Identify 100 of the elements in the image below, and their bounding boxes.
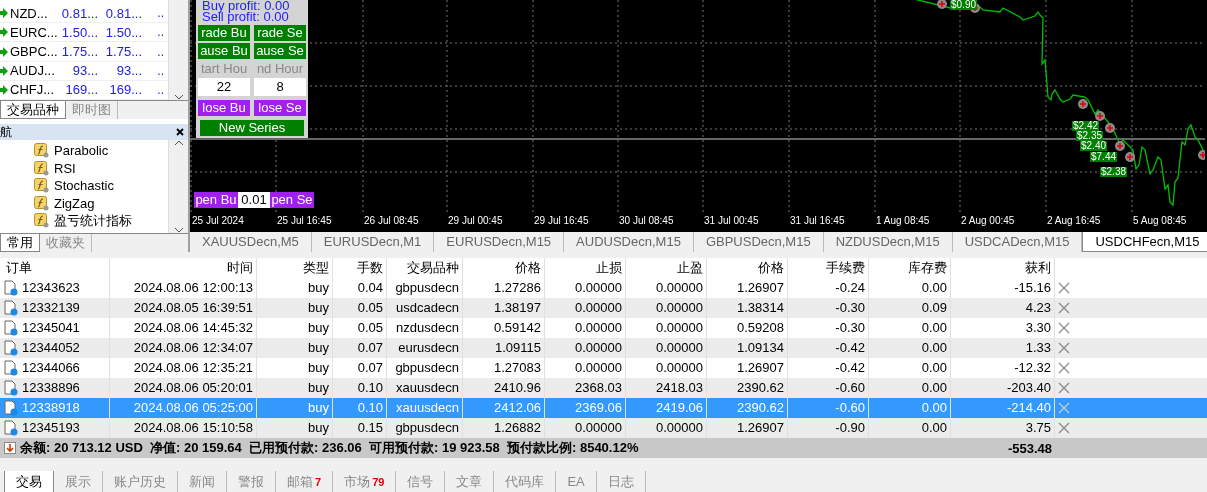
table-cell: 0.07 xyxy=(333,338,387,358)
trade-marker-icon[interactable] xyxy=(1198,150,1205,160)
order-row[interactable]: 12338896 2024.08.06 05:20:01 buy 0.10 xauusdecn 2410.96 2368.03 2418.03 2390.62 -0.60 0.00 -203.40 xyxy=(0,378,1207,398)
up-arrow-icon xyxy=(0,8,8,19)
close-button[interactable]: lose Se xyxy=(254,100,306,116)
trade-marker-icon[interactable] xyxy=(1095,111,1105,121)
bid-price: 1.75... xyxy=(60,44,99,59)
hour-input[interactable]: 22 xyxy=(198,78,250,96)
chart-tab[interactable]: AUDUSDecn,M15 xyxy=(564,232,694,252)
terminal-tab[interactable]: 交易 xyxy=(4,471,54,492)
time-axis-label: 30 Jul 08:45 xyxy=(619,215,674,226)
chart-tab[interactable]: USDCHFecn,M15 xyxy=(1082,232,1207,252)
new-series-button[interactable]: New Series xyxy=(200,120,304,136)
table-cell: -0.42 xyxy=(788,338,869,358)
symbol-name[interactable]: AUDJ... xyxy=(10,63,55,79)
symbol-name[interactable]: CHFJ... xyxy=(10,82,55,98)
table-cell: 4.23 xyxy=(951,298,1055,318)
column-header[interactable]: 价格 xyxy=(463,258,545,278)
terminal-tab[interactable]: 邮箱7 xyxy=(276,471,334,492)
hour-input[interactable]: 8 xyxy=(254,78,306,96)
table-cell-text: 12344052 xyxy=(22,339,80,357)
column-header[interactable]: 获利 xyxy=(951,258,1055,278)
time-axis-label: 31 Jul 00:45 xyxy=(704,215,759,226)
column-header[interactable]: 类型 xyxy=(257,258,333,278)
symbol-name[interactable]: EURC... xyxy=(10,24,58,40)
indicator-icon xyxy=(34,178,49,194)
up-arrow-icon xyxy=(0,27,8,38)
trade-marker-icon[interactable] xyxy=(1125,152,1135,162)
table-cell-text: 12345193 xyxy=(22,419,80,437)
ea-button[interactable]: rade Bu xyxy=(198,25,250,41)
ea-button[interactable]: rade Se xyxy=(254,25,306,41)
sell-button[interactable]: pen Se xyxy=(270,192,314,208)
column-header[interactable]: 订单 xyxy=(0,258,110,278)
order-row[interactable]: 12332139 2024.08.05 16:39:51 buy 0.05 usdcadecn 1.38197 0.00000 0.00000 1.38314 -0.30 0.09 4.23 xyxy=(0,298,1207,318)
bid-price: 1.50... xyxy=(60,24,99,40)
column-header[interactable]: 时间 xyxy=(110,258,257,278)
chart-tab[interactable]: XAUUSDecn,M5 xyxy=(190,232,312,252)
buy-profit-text: Buy profit: 0.00 xyxy=(201,0,290,11)
column-header[interactable]: 止盈 xyxy=(626,258,707,278)
order-icon xyxy=(4,320,18,336)
indicator-item[interactable]: ZigZag xyxy=(54,195,95,211)
column-header[interactable]: 交易品种 xyxy=(387,258,463,278)
hour-label: tart Hou xyxy=(199,61,249,76)
total-profit: -553.48 xyxy=(1006,440,1053,456)
order-row[interactable]: 12345193 2024.08.06 15:10:58 buy 0.15 gbpusdecn 1.26882 0.00000 0.00000 1.26907 -0.90 0.00 3.75 xyxy=(0,418,1207,438)
account-summary-text: 余额: 20 713.12 USD 净值: 20 159.64 已用预付款: 236.06 可用预付款: 19 923.58 预付款比例: 8540.12% xyxy=(20,439,639,457)
trade-marker-icon[interactable] xyxy=(1115,141,1125,151)
trade-marker-icon[interactable] xyxy=(1105,123,1115,133)
indicator-item[interactable]: Stochastic xyxy=(54,178,114,194)
ea-button[interactable]: ause Se xyxy=(254,43,306,59)
table-cell-text: 12344066 xyxy=(22,359,80,377)
column-header[interactable]: 手续费 xyxy=(788,258,869,278)
up-arrow-icon xyxy=(0,84,8,95)
scrollbar[interactable] xyxy=(168,140,188,233)
chart-tab[interactable]: EURUSDecn,M15 xyxy=(434,232,565,252)
indicator-item[interactable]: RSI xyxy=(54,160,76,176)
chevron-down-icon[interactable] xyxy=(173,227,184,233)
terminal-tab[interactable]: 市场 79 xyxy=(333,471,397,492)
price-chart[interactable] xyxy=(190,0,1207,232)
time-axis-label: 1 Aug 08:45 xyxy=(876,215,930,226)
order-row[interactable]: 12344052 2024.08.06 12:34:07 buy 0.07 eurusdecn 1.09115 0.00000 0.00000 1.09134 -0.42 0.00 1.33 xyxy=(0,338,1207,358)
column-header[interactable]: 库存费 xyxy=(869,258,951,278)
time-axis-label: 26 Jul 08:45 xyxy=(364,215,419,226)
table-cell: 1.33 xyxy=(951,338,1055,358)
chart-tab[interactable]: EURUSDecn,M1 xyxy=(311,232,435,252)
bid-price: 93... xyxy=(71,63,99,79)
chevron-down-icon[interactable] xyxy=(173,94,184,100)
ea-button[interactable]: ause Bu xyxy=(198,43,250,59)
symbol-name[interactable]: GBPC... xyxy=(10,44,58,59)
close-icon[interactable] xyxy=(176,128,184,136)
panel-tab[interactable]: 常用 xyxy=(0,234,40,252)
lot-size-field[interactable]: 0.01 xyxy=(238,192,270,208)
time-axis-label: 25 Jul 16:45 xyxy=(277,215,332,226)
scrollbar[interactable] xyxy=(168,0,188,100)
table-cell-text: 12338918 xyxy=(22,399,80,417)
table-cell-text: 12343623 xyxy=(22,279,80,297)
trade-marker-icon[interactable] xyxy=(1078,99,1088,109)
up-arrow-icon xyxy=(0,46,8,57)
indicator-item[interactable]: 盈亏统计指标 xyxy=(54,211,132,230)
time-axis-label: 29 Jul 16:45 xyxy=(534,215,589,226)
time-axis-label: 5 Aug 08:45 xyxy=(1133,215,1187,226)
table-cell: 0.00 xyxy=(869,338,951,358)
spread-value: .. xyxy=(156,25,165,40)
indicator-item[interactable]: Parabolic xyxy=(54,143,109,159)
column-header[interactable]: 止损 xyxy=(545,258,626,278)
chart-tab[interactable]: NZDUSDecn,M15 xyxy=(823,232,953,252)
close-button[interactable]: lose Bu xyxy=(198,100,250,116)
hour-label: nd Hour xyxy=(255,61,305,76)
up-arrow-icon xyxy=(0,65,8,76)
column-header[interactable]: 价格 xyxy=(707,258,788,278)
panel-tab[interactable]: 交易品种 xyxy=(0,101,66,119)
symbol-name[interactable]: NZD... xyxy=(10,5,48,21)
buy-button[interactable]: pen Bu xyxy=(194,192,238,208)
table-cell: eurusdecn xyxy=(387,338,463,358)
chart-tab[interactable]: GBPUSDecn,M15 xyxy=(693,232,824,252)
column-header[interactable]: 手数 xyxy=(333,258,387,278)
ask-price: 0.81... xyxy=(104,5,143,21)
chevron-up-icon[interactable] xyxy=(173,140,184,146)
indicator-icon xyxy=(34,213,49,229)
trade-marker-icon[interactable] xyxy=(937,0,947,9)
